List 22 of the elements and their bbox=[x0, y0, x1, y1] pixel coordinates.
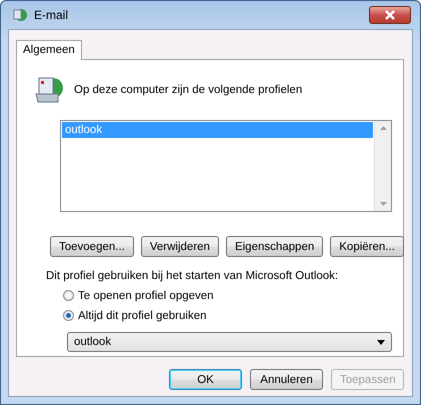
tab[interactable]: Algemeen bbox=[16, 40, 82, 60]
dropdown-arrow-icon bbox=[377, 340, 385, 344]
radio-button[interactable] bbox=[63, 310, 74, 321]
close-button[interactable] bbox=[369, 6, 411, 24]
profile-button[interactable]: Toevoegen... bbox=[50, 236, 134, 257]
close-icon bbox=[384, 10, 396, 20]
startup-label: Dit profiel gebruiken bij het starten van Microsoft Outlook: bbox=[46, 270, 340, 282]
dialog-button[interactable]: OK bbox=[169, 369, 242, 390]
profile-button[interactable]: Verwijderen bbox=[140, 236, 219, 257]
window-title: E-mail bbox=[34, 8, 68, 22]
intro-text: Op deze computer zijn de volgende profielen bbox=[74, 84, 302, 96]
radio-label[interactable]: Te openen profiel opgeven bbox=[78, 290, 214, 302]
profile-dropdown[interactable]: outlook bbox=[67, 332, 392, 352]
globe-icon bbox=[12, 7, 28, 23]
dialog-button[interactable]: Annuleren bbox=[250, 369, 323, 390]
radio-button[interactable] bbox=[63, 290, 74, 301]
profile-button[interactable]: Eigenschappen bbox=[226, 236, 324, 257]
profile-button[interactable]: Kopiëren... bbox=[330, 236, 404, 257]
scroll-up-icon[interactable] bbox=[380, 126, 386, 130]
scrollbar[interactable] bbox=[374, 121, 391, 211]
radio-label[interactable]: Altijd dit profiel gebruiken bbox=[78, 310, 206, 322]
scroll-down-icon[interactable] bbox=[380, 202, 386, 206]
